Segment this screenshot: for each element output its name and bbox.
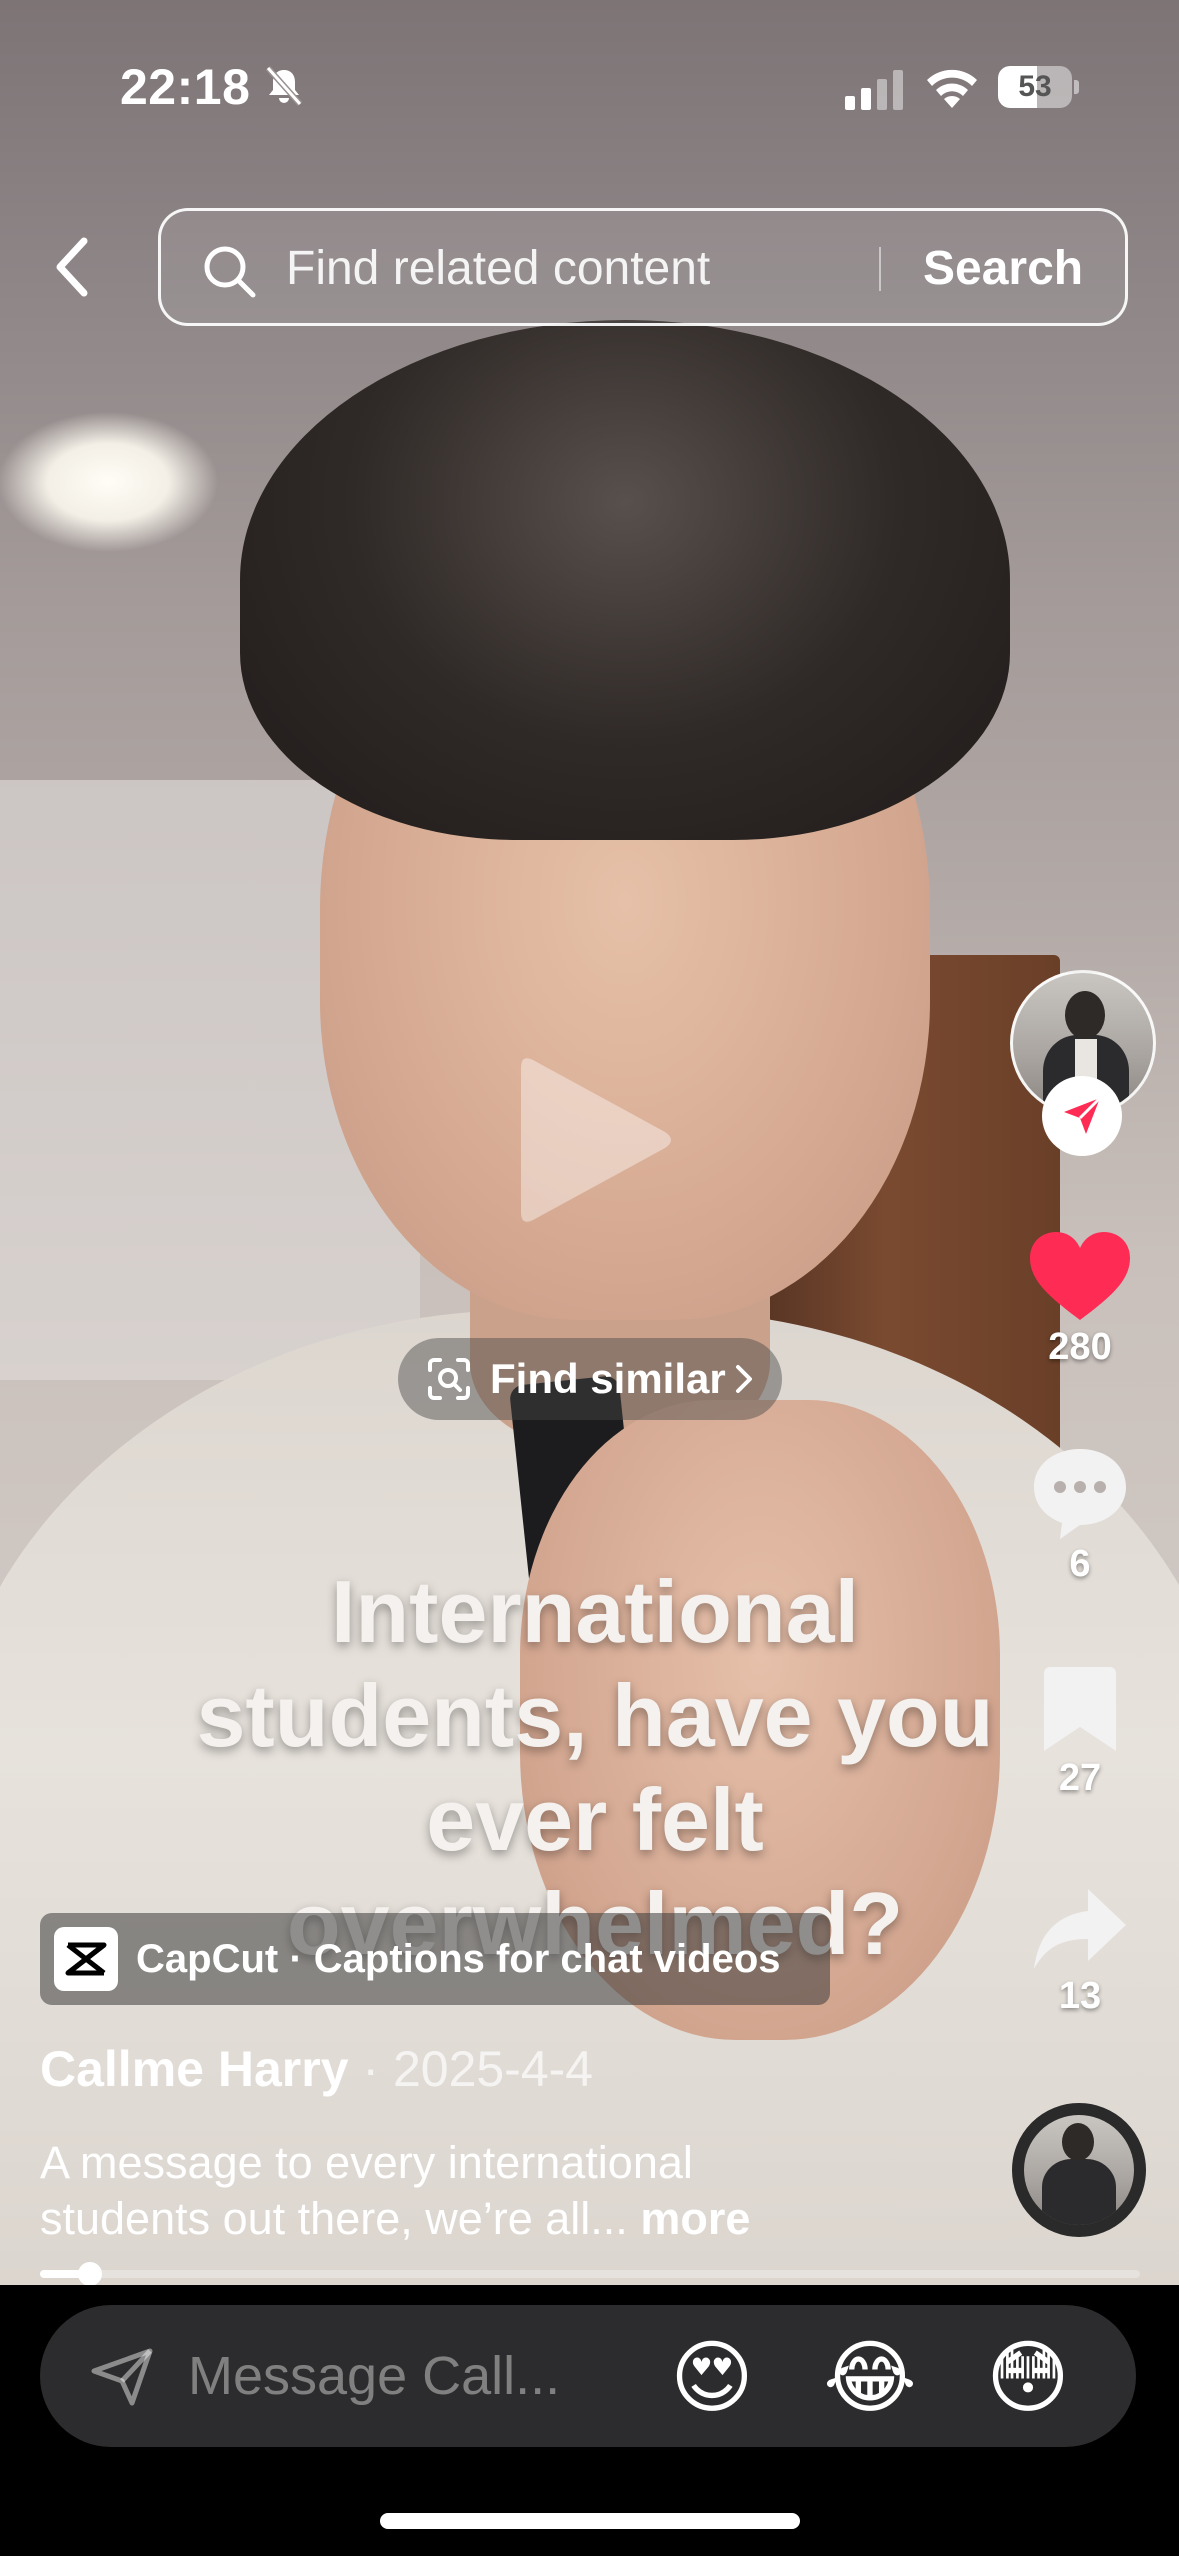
find-similar-button[interactable]: Find similar <box>398 1338 782 1420</box>
sound-disc-avatar[interactable] <box>1012 2103 1146 2237</box>
send-arrow-icon <box>1064 1096 1102 1134</box>
search-button[interactable]: Search <box>923 241 1083 296</box>
video-subject-hair <box>240 320 1010 840</box>
message-box[interactable]: Message Call... 😍 😂 😳 <box>40 2305 1136 2447</box>
visual-search-icon <box>428 1358 470 1400</box>
share-arrow-icon <box>1034 1889 1126 1969</box>
capcut-label: CapCut · Captions for chat videos <box>136 1936 781 1981</box>
send-icon <box>91 2348 153 2406</box>
video-progress-bar[interactable] <box>40 2262 1140 2286</box>
bottom-bar: Message Call... 😍 😂 😳 <box>0 2285 1179 2556</box>
heart-icon <box>1030 1232 1130 1320</box>
caption-line: International <box>330 1562 860 1661</box>
battery-level: 53 <box>1018 70 1052 103</box>
share-button[interactable]: 13 <box>1000 1885 1160 2018</box>
play-icon[interactable] <box>515 1050 675 1230</box>
emoji-flushed-button[interactable]: 😳 <box>978 2333 1078 2423</box>
find-similar-label: Find similar <box>490 1355 726 1402</box>
capcut-logo-icon <box>54 1927 118 1991</box>
author-name[interactable]: Callme Harry <box>40 2041 349 2097</box>
cellular-signal-icon <box>845 70 903 110</box>
comment-count: 6 <box>1069 1543 1091 1585</box>
post-description[interactable]: A message to every international student… <box>40 2135 940 2247</box>
battery-icon: 53 <box>998 66 1079 108</box>
search-input[interactable]: Find related content <box>286 241 710 296</box>
caption-line: students, have you <box>196 1666 994 1765</box>
description-line: students out there, we’re all... <box>40 2193 628 2244</box>
like-count: 280 <box>1048 1326 1112 1368</box>
caption-line: ever felt <box>426 1770 764 1869</box>
emoji-heart-eyes-button[interactable]: 😍 <box>662 2333 762 2423</box>
more-link[interactable]: more <box>640 2193 750 2244</box>
back-button[interactable] <box>40 225 104 309</box>
bookmark-icon <box>1044 1667 1116 1751</box>
bookmark-button[interactable]: 27 <box>1000 1665 1160 1800</box>
share-count: 13 <box>1058 1975 1102 2017</box>
comment-button[interactable]: 6 <box>1000 1445 1160 1586</box>
follow-button[interactable] <box>1042 1076 1122 1156</box>
message-input[interactable]: Message Call... <box>188 2345 560 2407</box>
search-divider <box>879 247 881 291</box>
like-button[interactable]: 280 <box>1000 1230 1160 1369</box>
search-bar[interactable]: Find related content Search <box>158 208 1128 326</box>
post-date: 2025-4-4 <box>392 2041 594 2097</box>
author-line: Callme Harry · 2025-4-4 <box>40 2041 594 2097</box>
status-time: 22:18 <box>120 59 251 115</box>
chevron-right-icon <box>735 1365 752 1393</box>
status-bar: 22:18 53 <box>0 0 1179 170</box>
progress-scrubber[interactable] <box>77 2262 102 2286</box>
bell-off-icon <box>265 66 303 106</box>
wifi-icon <box>927 69 977 108</box>
search-icon <box>204 246 256 298</box>
comment-bubble-icon <box>1034 1449 1126 1539</box>
capcut-link[interactable]: CapCut · Captions for chat videos <box>40 1913 830 2005</box>
bookmark-count: 27 <box>1058 1757 1102 1799</box>
emoji-laughing-button[interactable]: 😂 <box>820 2333 920 2423</box>
description-line: A message to every international <box>40 2137 693 2188</box>
chevron-left-icon <box>56 237 88 297</box>
home-indicator[interactable] <box>380 2513 800 2529</box>
